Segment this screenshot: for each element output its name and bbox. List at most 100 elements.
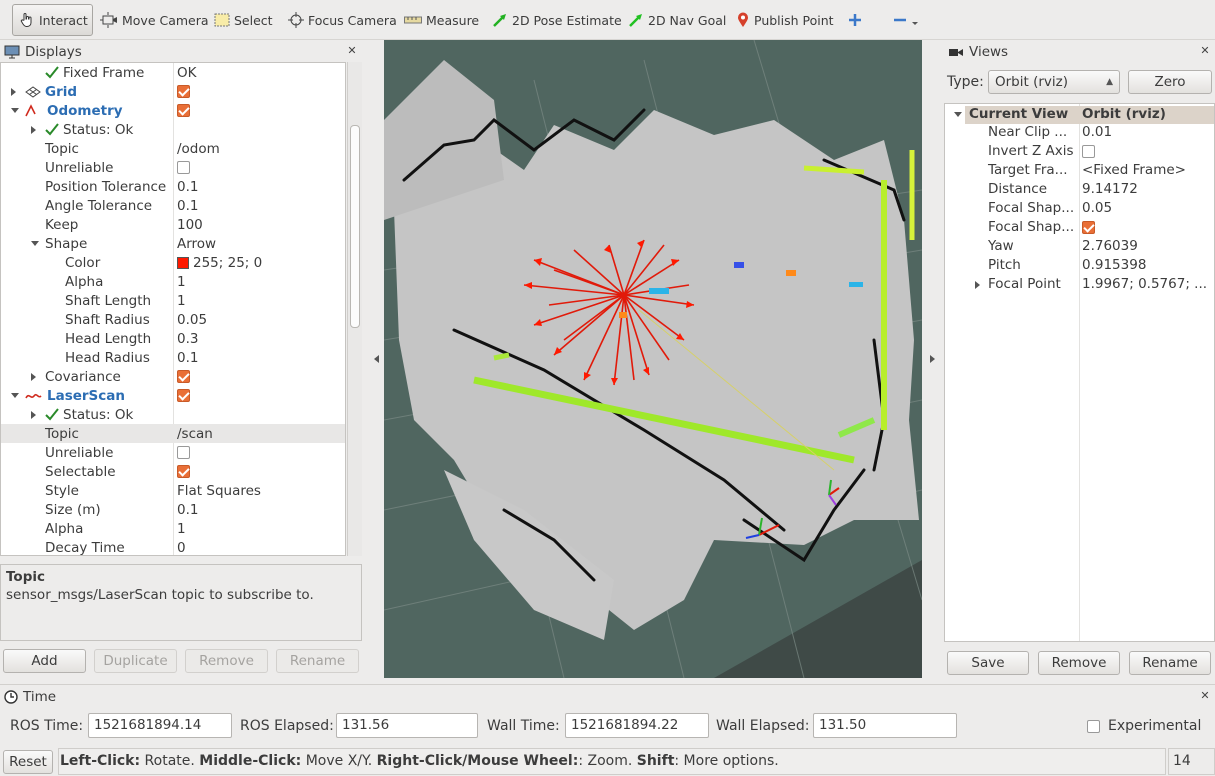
help-text: sensor_msgs/LaserScan topic to subscribe… (6, 587, 314, 603)
tree-row-head-radius[interactable]: Head Radius 0.1 (1, 348, 345, 367)
experimental-checkbox[interactable] (1087, 720, 1100, 733)
remove-view-button[interactable]: Remove (1038, 651, 1120, 675)
tree-row-laserscan-status[interactable]: Status: Ok (1, 405, 345, 424)
status-bar: Reset Left-Click: Rotate. Middle-Click: … (0, 748, 1215, 776)
tree-row-shape[interactable]: Shape Arrow (1, 234, 345, 253)
unreliable-checkbox[interactable] (177, 161, 190, 174)
duplicate-display-button[interactable]: Duplicate (94, 649, 177, 673)
zero-view-button[interactable]: Zero (1128, 70, 1212, 94)
displays-scrollbar[interactable] (347, 62, 362, 556)
view-row-invert-z[interactable]: Invert Z Axis (945, 143, 1214, 162)
pose-estimate-tool-button[interactable]: 2D Pose Estimate (486, 4, 628, 36)
checkmark-icon (45, 407, 59, 420)
tree-row-shaft-length[interactable]: Shaft Length 1 (1, 291, 345, 310)
ros-time-field[interactable]: 1521681894.14 (88, 713, 232, 738)
view-row-near-clip[interactable]: Near Clip ... 0.01 (945, 124, 1214, 143)
wall-elapsed-label: Wall Elapsed: (716, 718, 810, 734)
tree-row-covariance[interactable]: Covariance (1, 367, 345, 386)
interact-tool-button[interactable]: Interact (12, 4, 93, 36)
tree-row-scan-topic[interactable]: Topic/scan (1, 424, 345, 443)
focal-shape-checkbox[interactable] (1082, 221, 1095, 234)
render-viewport-3d[interactable] (384, 40, 922, 678)
tree-row-scan-unreliable[interactable]: Unreliable (1, 443, 345, 462)
collapse-arrow-icon[interactable] (11, 393, 19, 398)
tree-row-color[interactable]: Color 255; 25; 0 (1, 253, 345, 272)
time-panel-title: Time (0, 687, 300, 707)
scan-unreliable-checkbox[interactable] (177, 446, 190, 459)
view-row-focal-shape-fixed[interactable]: Focal Shap... (945, 219, 1214, 238)
selectable-checkbox[interactable] (177, 465, 190, 478)
help-title: Topic (6, 569, 45, 585)
tree-row-head-length[interactable]: Head Length 0.3 (1, 329, 345, 348)
add-tool-button[interactable] (842, 4, 868, 36)
tree-row-size[interactable]: Size (m) 0.1 (1, 500, 345, 519)
save-view-button[interactable]: Save (947, 651, 1029, 675)
collapse-arrow-icon[interactable] (954, 112, 962, 117)
tree-row-scan-alpha[interactable]: Alpha 1 (1, 519, 345, 538)
covariance-checkbox[interactable] (177, 370, 190, 383)
view-row-focal-point[interactable]: Focal Point 1.9967; 0.5767; ... (945, 276, 1214, 295)
tree-row-unreliable[interactable]: Unreliable (1, 158, 345, 177)
grid-enabled-checkbox[interactable] (177, 85, 190, 98)
tree-row-angle-tolerance[interactable]: Angle Tolerance 0.1 (1, 196, 345, 215)
wall-time-field[interactable]: 1521681894.22 (565, 713, 709, 738)
nav-goal-tool-button[interactable]: 2D Nav Goal (622, 4, 732, 36)
splitter-right-arrow-icon[interactable] (930, 355, 935, 363)
focus-camera-tool-button[interactable]: Focus Camera (282, 4, 403, 36)
monitor-icon (4, 45, 20, 59)
select-tool-button[interactable]: Select (208, 4, 279, 36)
tree-row-shaft-radius[interactable]: Shaft Radius 0.05 (1, 310, 345, 329)
view-row-distance[interactable]: Distance 9.14172 (945, 181, 1214, 200)
collapse-arrow-icon[interactable] (31, 241, 39, 246)
view-row-pitch[interactable]: Pitch 0.915398 (945, 257, 1214, 276)
odometry-enabled-checkbox[interactable] (177, 104, 190, 117)
add-display-button[interactable]: Add (3, 649, 86, 673)
view-row-yaw[interactable]: Yaw 2.76039 (945, 238, 1214, 257)
expand-arrow-icon[interactable] (975, 281, 980, 289)
collapse-arrow-icon[interactable] (11, 108, 19, 113)
expand-arrow-icon[interactable] (31, 410, 36, 419)
time-close-icon[interactable]: ✕ (1199, 690, 1211, 702)
tree-row-grid[interactable]: Grid (1, 82, 345, 101)
splitter-left-arrow-icon[interactable] (374, 355, 379, 363)
expand-arrow-icon[interactable] (31, 372, 36, 381)
wall-elapsed-field[interactable]: 131.50 (813, 713, 957, 738)
rename-display-button[interactable]: Rename (276, 649, 359, 673)
ros-elapsed-field[interactable]: 131.56 (336, 713, 478, 738)
reset-button[interactable]: Reset (3, 750, 53, 774)
tree-row-odometry[interactable]: Odometry (1, 101, 345, 120)
displays-close-icon[interactable]: ✕ (346, 45, 358, 57)
expand-arrow-icon[interactable] (11, 87, 16, 96)
view-type-select[interactable]: Orbit (rviz) ▲ (988, 70, 1120, 94)
measure-tool-button[interactable]: Measure (398, 4, 485, 36)
rename-view-button[interactable]: Rename (1129, 651, 1211, 675)
tree-row-odometry-status[interactable]: Status: Ok (1, 120, 345, 139)
tree-row-decay-time[interactable]: Decay Time 0 (1, 538, 345, 556)
publish-point-tool-button[interactable]: Publish Point (730, 4, 840, 36)
expand-arrow-icon[interactable] (31, 125, 36, 134)
move-camera-tool-button[interactable]: Move Camera (94, 4, 215, 36)
checkmark-icon (45, 122, 59, 135)
tree-row-fixed-frame[interactable]: Fixed Frame OK (1, 63, 345, 82)
color-swatch[interactable] (177, 256, 189, 269)
tree-row-alpha[interactable]: Alpha 1 (1, 272, 345, 291)
displays-scroll-thumb[interactable] (350, 125, 360, 328)
view-row-target-frame[interactable]: Target Fra... <Fixed Frame> (945, 162, 1214, 181)
tree-row-style[interactable]: Style Flat Squares (1, 481, 345, 500)
displays-tree: Fixed Frame OK Grid Odometry Status: Ok … (0, 62, 346, 556)
green-goal-arrow-icon (629, 14, 642, 27)
view-row-focal-shape-size[interactable]: Focal Shap... 0.05 (945, 200, 1214, 219)
tree-row-laserscan[interactable]: LaserScan (1, 386, 345, 405)
current-view-header[interactable]: Current View Orbit (rviz) (965, 106, 1214, 124)
invert-z-checkbox[interactable] (1082, 145, 1095, 158)
tree-row-topic[interactable]: Topic/odom (1, 139, 345, 158)
remove-tool-menu-button[interactable] (886, 4, 928, 36)
ros-elapsed-label: ROS Elapsed: (240, 718, 334, 734)
status-hint-text: Left-Click: Rotate. Middle-Click: Move X… (58, 748, 1166, 775)
remove-display-button[interactable]: Remove (185, 649, 268, 673)
tree-row-selectable[interactable]: Selectable (1, 462, 345, 481)
tree-row-position-tolerance[interactable]: Position Tolerance 0.1 (1, 177, 345, 196)
tree-row-keep[interactable]: Keep 100 (1, 215, 345, 234)
laserscan-enabled-checkbox[interactable] (177, 389, 190, 402)
views-close-icon[interactable]: ✕ (1199, 45, 1211, 57)
